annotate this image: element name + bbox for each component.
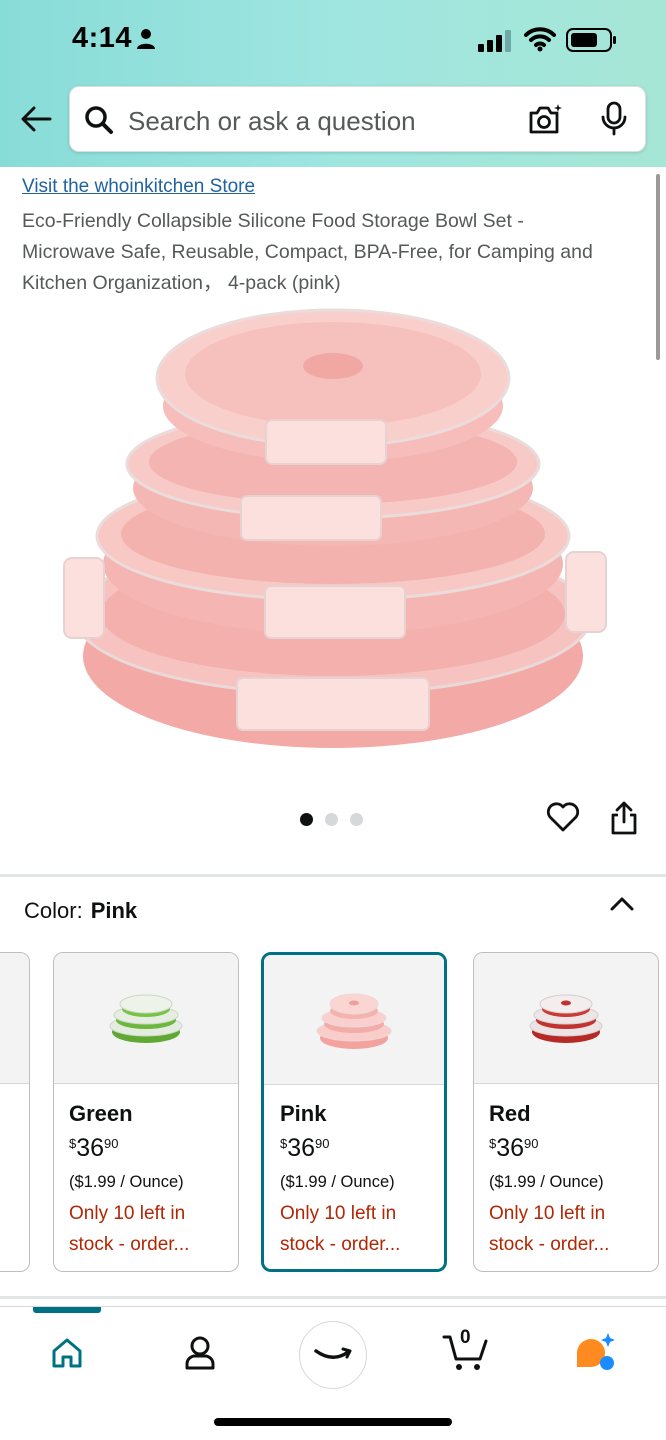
wifi-icon (524, 27, 556, 52)
color-thumbnail (54, 953, 238, 1084)
back-arrow-icon[interactable] (16, 102, 56, 136)
color-option-stock: Only 10 left in stock - order... (69, 1203, 190, 1255)
carousel-dot[interactable] (325, 813, 338, 826)
home-icon[interactable] (50, 1337, 84, 1369)
product-image[interactable] (40, 296, 626, 766)
battery-icon (566, 28, 616, 52)
rufus-icon[interactable] (574, 1331, 618, 1371)
color-option-pink[interactable]: Pink $3690 ($1.99 / Ounce) Only 10 left … (261, 952, 447, 1272)
microphone-icon[interactable] (600, 101, 628, 137)
search-input[interactable]: Search or ask a question (128, 106, 416, 137)
nav-active-indicator (33, 1307, 101, 1313)
amazon-smile-icon[interactable] (299, 1321, 367, 1389)
carousel-dot[interactable] (350, 813, 363, 826)
search-icon (85, 106, 113, 134)
section-divider (0, 1296, 666, 1299)
color-selected-value: Pink (90, 898, 138, 923)
search-bar[interactable]: Search or ask a question (69, 86, 646, 152)
color-option-name: Red (489, 1101, 531, 1126)
color-thumbnail (0, 953, 29, 1084)
color-option-name: Pink (280, 1101, 327, 1126)
color-option-stock: Only 10 left in stock - order... (489, 1203, 610, 1255)
home-indicator (214, 1418, 452, 1426)
color-thumbnail (474, 953, 658, 1084)
color-thumbnail (264, 955, 444, 1085)
chevron-up-icon[interactable] (608, 892, 636, 916)
color-label-text: Color: (24, 898, 83, 923)
color-option-price: $3690 (280, 1134, 330, 1162)
share-icon[interactable] (608, 800, 640, 836)
scrollbar[interactable] (656, 174, 660, 360)
color-selector-label: Color: Pink (24, 898, 137, 924)
account-icon[interactable] (182, 1335, 218, 1371)
product-title: Eco-Friendly Collapsible Silicone Food S… (22, 210, 593, 294)
store-link[interactable]: Visit the whoinkitchen Store (22, 176, 255, 198)
color-option-price: $3690 (489, 1134, 539, 1162)
status-time: 4:14 (72, 22, 133, 54)
camera-icon[interactable] (527, 103, 563, 135)
color-option-unit-price: ($1.99 / Ounce) (69, 1173, 184, 1191)
color-option-price: $3690 (69, 1134, 119, 1162)
pink-bowl-thumbnail (316, 993, 392, 1049)
color-option-partial[interactable] (0, 952, 30, 1272)
color-option-name: Green (69, 1101, 133, 1126)
color-option-green[interactable]: Green $3690 ($1.99 / Ounce) Only 10 left… (53, 952, 239, 1272)
app-header: 4:14 Search or ask a question (0, 0, 666, 167)
image-carousel-dots[interactable] (300, 813, 363, 826)
color-option-unit-price: ($1.99 / Ounce) (489, 1173, 604, 1191)
person-icon (137, 29, 155, 49)
color-option-unit-price: ($1.99 / Ounce) (280, 1173, 395, 1191)
color-option-stock: Only 10 left in stock - order... (280, 1203, 401, 1255)
green-bowl-thumbnail (109, 994, 183, 1043)
section-divider (0, 874, 666, 877)
red-bowl-thumbnail (529, 994, 603, 1043)
heart-icon[interactable] (546, 800, 580, 834)
cellular-signal-icon (478, 30, 511, 52)
color-option-red[interactable]: Red $3690 ($1.99 / Ounce) Only 10 left i… (473, 952, 659, 1272)
carousel-dot[interactable] (300, 813, 313, 826)
cart-count: 0 (460, 1327, 471, 1348)
